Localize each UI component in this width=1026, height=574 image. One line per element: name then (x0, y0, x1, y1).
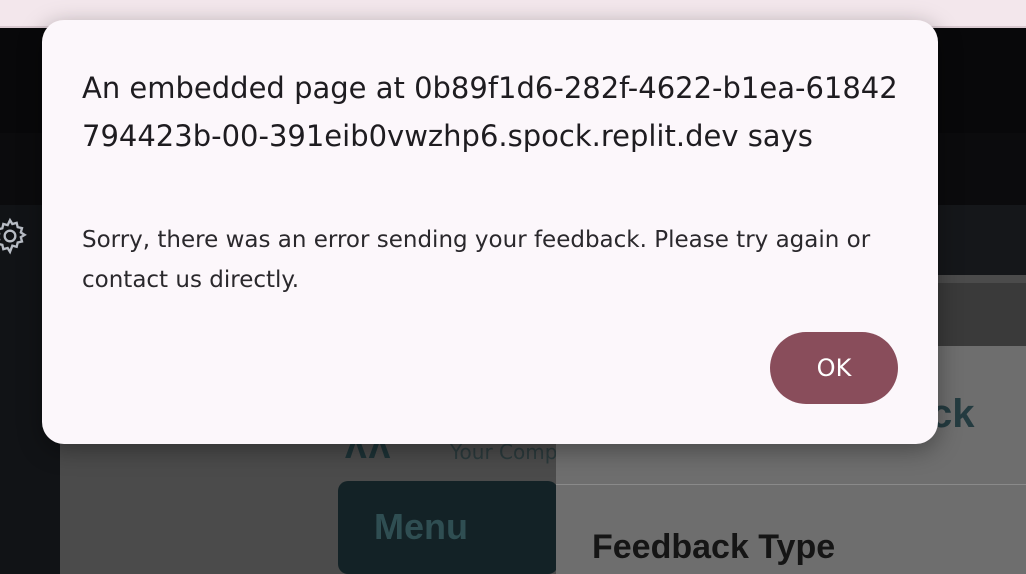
alert-message: Sorry, there was an error sending your f… (82, 227, 871, 293)
menu-button-label: Menu (374, 506, 468, 547)
alert-title: An embedded page at 0b89f1d6-282f-4622-b… (82, 71, 898, 153)
alert-dialog: An embedded page at 0b89f1d6-282f-4622-b… (42, 20, 938, 444)
gear-icon[interactable] (0, 216, 30, 256)
feedback-type-label: Feedback Type (592, 528, 836, 566)
feedback-divider (556, 484, 1026, 485)
ok-button[interactable]: OK (770, 332, 898, 404)
